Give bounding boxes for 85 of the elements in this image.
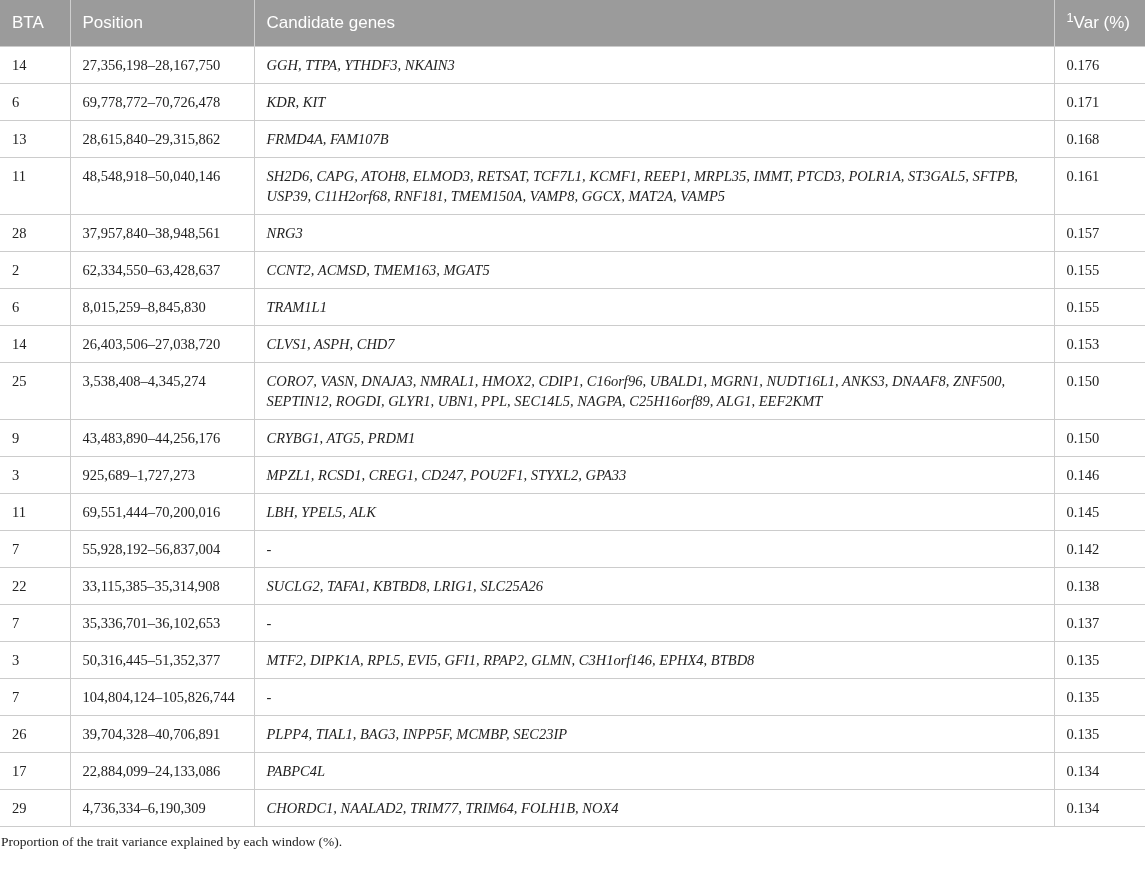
table-cell: 0.135 bbox=[1054, 678, 1145, 715]
gene-list-cell: PLPP4, TIAL1, BAG3, INPP5F, MCMBP, SEC23IP bbox=[254, 715, 1054, 752]
table-cell: 55,928,192–56,837,004 bbox=[70, 530, 254, 567]
gene-list-cell: PABPC4L bbox=[254, 752, 1054, 789]
table-footnote: Proportion of the trait variance explained by each window (%). bbox=[1, 832, 344, 851]
table-cell: 13 bbox=[0, 120, 70, 157]
table-cell: 33,115,385–35,314,908 bbox=[70, 567, 254, 604]
table-cell: 69,551,444–70,200,016 bbox=[70, 493, 254, 530]
table-cell: 0.155 bbox=[1054, 251, 1145, 288]
table-cell: 0.138 bbox=[1054, 567, 1145, 604]
table-cell: 50,316,445–51,352,377 bbox=[70, 641, 254, 678]
table-cell: 0.134 bbox=[1054, 752, 1145, 789]
gene-list-cell: SUCLG2, TAFA1, KBTBD8, LRIG1, SLC25A26 bbox=[254, 567, 1054, 604]
table-cell: 4,736,334–6,190,309 bbox=[70, 789, 254, 826]
gene-list-cell: - bbox=[254, 530, 1054, 567]
gene-list-cell: CRYBG1, ATG5, PRDM1 bbox=[254, 419, 1054, 456]
table-cell: 3 bbox=[0, 641, 70, 678]
gene-list-cell: CORO7, VASN, DNAJA3, NMRAL1, HMOX2, CDIP1, C16orf96, UBALD1, MGRN1, NUDT16L1, ANKS3, DNAAF8, ZNF500, SEPTIN12, ROGDI, GLYR1, UBN1, PPL, SEC14L5, NAGPA, C25H16orf89, ALG1, EEF2KMT bbox=[254, 362, 1054, 419]
column-header: Position bbox=[70, 0, 254, 46]
table-cell: 0.150 bbox=[1054, 362, 1145, 419]
gene-list-cell: KDR, KIT bbox=[254, 83, 1054, 120]
column-header: Candidate genes bbox=[254, 0, 1054, 46]
gene-list-cell: GGH, TTPA, YTHDF3, NKAIN3 bbox=[254, 46, 1054, 83]
gene-list-cell: CCNT2, ACMSD, TMEM163, MGAT5 bbox=[254, 251, 1054, 288]
table-cell: 48,548,918–50,040,146 bbox=[70, 157, 254, 214]
table-cell: 39,704,328–40,706,891 bbox=[70, 715, 254, 752]
gene-list-cell: LBH, YPEL5, ALK bbox=[254, 493, 1054, 530]
gene-list-cell: MTF2, DIPK1A, RPL5, EVI5, GFI1, RPAP2, GLMN, C3H1orf146, EPHX4, BTBD8 bbox=[254, 641, 1054, 678]
column-header: BTA bbox=[0, 0, 70, 46]
table-cell: 0.171 bbox=[1054, 83, 1145, 120]
table-cell: 69,778,772–70,726,478 bbox=[70, 83, 254, 120]
table-cell: 6 bbox=[0, 83, 70, 120]
table-cell: 2 bbox=[0, 251, 70, 288]
table-cell: 0.155 bbox=[1054, 288, 1145, 325]
table-cell: 28,615,840–29,315,862 bbox=[70, 120, 254, 157]
table-cell: 0.135 bbox=[1054, 641, 1145, 678]
table-cell: 0.150 bbox=[1054, 419, 1145, 456]
table-cell: 25 bbox=[0, 362, 70, 419]
table-cell: 0.137 bbox=[1054, 604, 1145, 641]
table-cell: 0.157 bbox=[1054, 214, 1145, 251]
table-cell: 3 bbox=[0, 456, 70, 493]
table-cell: 28 bbox=[0, 214, 70, 251]
table-cell: 0.168 bbox=[1054, 120, 1145, 157]
gene-list-cell: FRMD4A, FAM107B bbox=[254, 120, 1054, 157]
gene-list-cell: MPZL1, RCSD1, CREG1, CD247, POU2F1, STYXL2, GPA33 bbox=[254, 456, 1054, 493]
gene-list-cell: SH2D6, CAPG, ATOH8, ELMOD3, RETSAT, TCF7L1, KCMF1, REEP1, MRPL35, IMMT, PTCD3, POLR1A, ST3GAL5, SFTPB, USP39, C11H2orf68, RNF181, TMEM150A, VAMP8, GGCX, MAT2A, VAMP5 bbox=[254, 157, 1054, 214]
table-cell: 43,483,890–44,256,176 bbox=[70, 419, 254, 456]
table-cell: 14 bbox=[0, 325, 70, 362]
table-cell: 8,015,259–8,845,830 bbox=[70, 288, 254, 325]
table-cell: 0.142 bbox=[1054, 530, 1145, 567]
table-cell: 35,336,701–36,102,653 bbox=[70, 604, 254, 641]
table-cell: 0.145 bbox=[1054, 493, 1145, 530]
gene-list-cell: CHORDC1, NAALAD2, TRIM77, TRIM64, FOLH1B, NOX4 bbox=[254, 789, 1054, 826]
gene-list-cell: CLVS1, ASPH, CHD7 bbox=[254, 325, 1054, 362]
table-cell: 17 bbox=[0, 752, 70, 789]
table-cell: 26 bbox=[0, 715, 70, 752]
table-cell: 26,403,506–27,038,720 bbox=[70, 325, 254, 362]
gene-list-cell: NRG3 bbox=[254, 214, 1054, 251]
gene-list-cell: TRAM1L1 bbox=[254, 288, 1054, 325]
table-cell: 7 bbox=[0, 604, 70, 641]
table-cell: 22,884,099–24,133,086 bbox=[70, 752, 254, 789]
table-cell: 0.176 bbox=[1054, 46, 1145, 83]
column-header: $^{1}$Var (%) bbox=[1054, 0, 1145, 46]
table-cell: 0.153 bbox=[1054, 325, 1145, 362]
table-cell: 22 bbox=[0, 567, 70, 604]
table-cell: 11 bbox=[0, 157, 70, 214]
table-cell: 6 bbox=[0, 288, 70, 325]
table-cell: 0.135 bbox=[1054, 715, 1145, 752]
gene-list-cell: - bbox=[254, 604, 1054, 641]
table-cell: 0.161 bbox=[1054, 157, 1145, 214]
table-cell: 925,689–1,727,273 bbox=[70, 456, 254, 493]
table-cell: 62,334,550–63,428,637 bbox=[70, 251, 254, 288]
table-cell: 7 bbox=[0, 678, 70, 715]
table-cell: 29 bbox=[0, 789, 70, 826]
table-cell: 11 bbox=[0, 493, 70, 530]
table-cell: 37,957,840–38,948,561 bbox=[70, 214, 254, 251]
table-cell: 7 bbox=[0, 530, 70, 567]
table-cell: 0.134 bbox=[1054, 789, 1145, 826]
table-cell: 3,538,408–4,345,274 bbox=[70, 362, 254, 419]
table-cell: 0.146 bbox=[1054, 456, 1145, 493]
table-cell: 14 bbox=[0, 46, 70, 83]
table-cell: 27,356,198–28,167,750 bbox=[70, 46, 254, 83]
table-cell: 9 bbox=[0, 419, 70, 456]
gene-list-cell: - bbox=[254, 678, 1054, 715]
table-cell: 104,804,124–105,826,744 bbox=[70, 678, 254, 715]
